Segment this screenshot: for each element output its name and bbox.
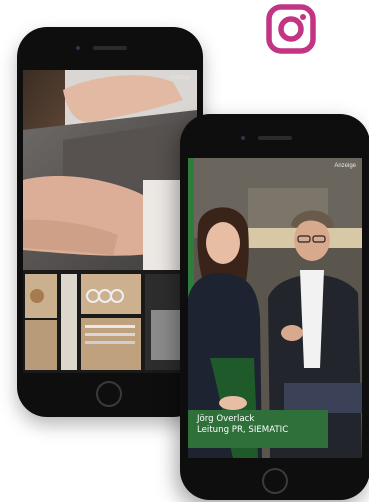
caption-name: Jörg Overlack: [197, 414, 255, 424]
earpiece-speaker: [258, 136, 292, 140]
front-camera: [241, 136, 245, 140]
ad-screen-kitchen-drawer[interactable]: Anzeige: [23, 70, 197, 373]
caption-role: Leitung PR, SIEMATIC: [197, 425, 289, 435]
front-camera: [76, 46, 80, 50]
ad-label: Anzeige: [169, 75, 191, 81]
phone-mockup-left: Anzeige: [17, 27, 203, 417]
ad-label: Anzeige: [334, 163, 356, 169]
phone-mockup-right: Anzeige Jörg Overlack Leitung PR, SIEMAT…: [180, 114, 369, 500]
earpiece-speaker: [93, 46, 127, 50]
home-button[interactable]: [96, 381, 122, 407]
kitchen-drawer-photo: [23, 70, 197, 373]
instagram-icon[interactable]: [266, 4, 316, 54]
speaker-caption: Jörg Overlack Leitung PR, SIEMATIC: [188, 410, 328, 448]
ad-screen-interview[interactable]: Anzeige Jörg Overlack Leitung PR, SIEMAT…: [188, 158, 362, 458]
home-button[interactable]: [262, 468, 288, 494]
